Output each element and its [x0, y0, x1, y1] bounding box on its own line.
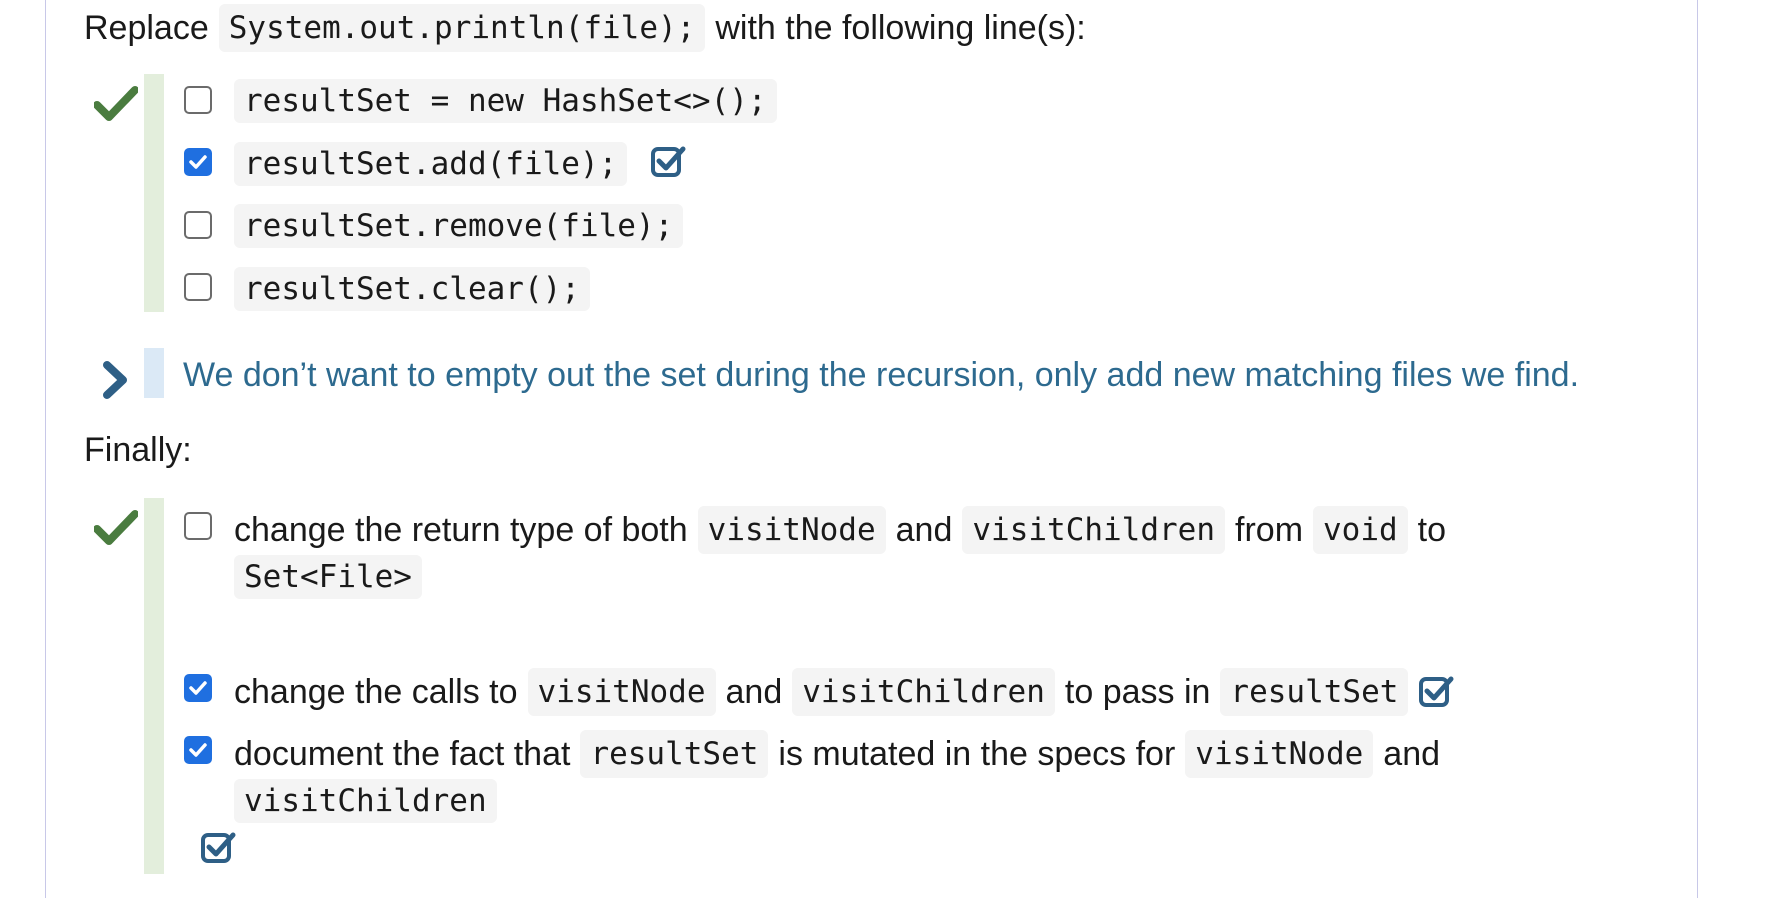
- option-label: resultSet = new HashSet<>();: [234, 79, 777, 123]
- option-checkbox-checked[interactable]: [184, 148, 212, 176]
- option-label: change the calls to visitNode and visitC…: [234, 668, 1464, 716]
- option-label: resultSet.remove(file);: [234, 204, 684, 248]
- chevron-right-icon[interactable]: [100, 360, 132, 400]
- option-label: document the fact that resultSet is muta…: [234, 730, 1450, 778]
- prompt-before: Replace: [84, 9, 209, 47]
- option-checkbox[interactable]: [184, 273, 212, 301]
- option-label: change the return type of both visitNode…: [234, 506, 1456, 554]
- option-label-continued: visitChildren: [234, 779, 497, 823]
- feedback-bar: [144, 348, 164, 398]
- option-checkbox-checked[interactable]: [184, 736, 212, 764]
- prompt-after: with the following line(s):: [715, 9, 1086, 47]
- option-checkbox-checked[interactable]: [184, 674, 212, 702]
- check-mark-icon: [94, 86, 138, 121]
- section-heading: Finally:: [84, 431, 192, 469]
- check-mark-icon: [94, 510, 138, 545]
- option-label: resultSet.add(file);: [234, 142, 628, 186]
- check-square-icon: [201, 832, 236, 863]
- answer-group-bar: [144, 498, 164, 874]
- option-label-continued: Set<File>: [234, 555, 422, 599]
- option-checkbox[interactable]: [184, 86, 212, 114]
- answer-group-bar: [144, 74, 164, 312]
- check-square-icon: [1419, 676, 1454, 707]
- explanation-text: We don’t want to empty out the set durin…: [183, 356, 1580, 394]
- prompt-code: System.out.println(file);: [218, 4, 706, 52]
- question-prompt: Replace System.out.println(file); with t…: [84, 4, 1096, 52]
- option-checkbox[interactable]: [184, 211, 212, 239]
- option-checkbox[interactable]: [184, 512, 212, 540]
- check-square-icon: [651, 146, 686, 177]
- option-label: resultSet.clear();: [234, 267, 590, 311]
